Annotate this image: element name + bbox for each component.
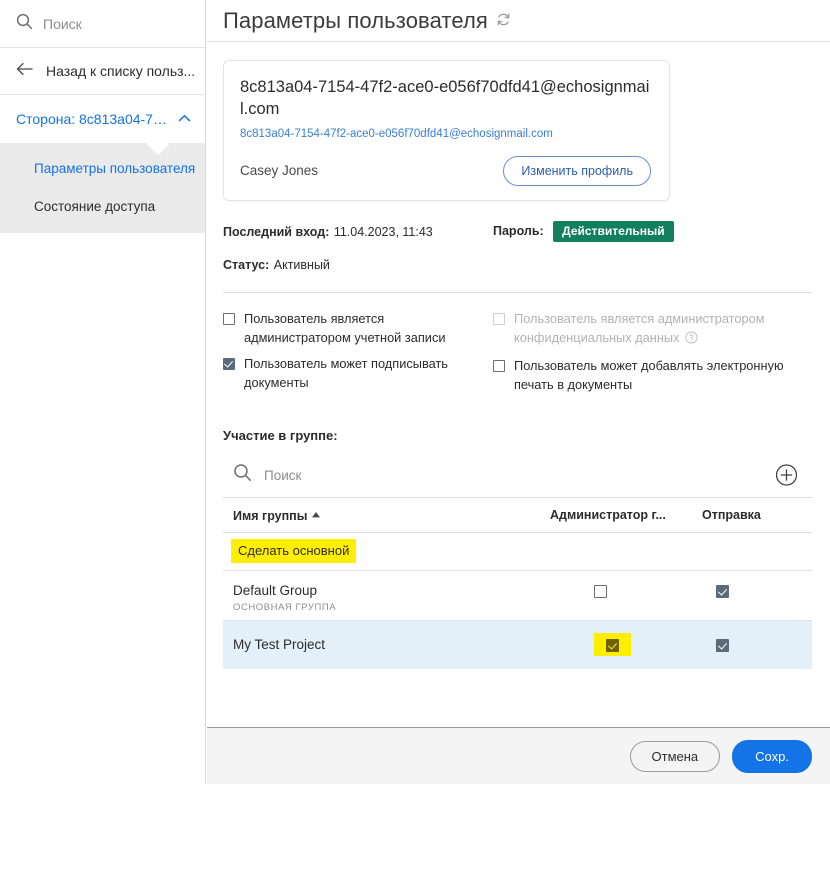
sidebar-party-selector[interactable]: Сторона: 8c813a04-715... [0, 95, 205, 143]
status-group: Статус: Активный [223, 256, 493, 274]
checkbox-group-admin[interactable] [606, 639, 619, 653]
checkbox-wrapper [716, 583, 729, 599]
password-status-badge: Действительный [553, 221, 674, 243]
edit-profile-button[interactable]: Изменить профиль [503, 155, 651, 187]
main-header: Параметры пользователя [207, 0, 830, 42]
last-login-group: Последний вход: 11.04.2023, 11:43 [223, 223, 493, 241]
permission-privacy-admin: Пользователь является администратором ко… [493, 310, 793, 349]
permissions-left-column: Пользователь является администратором уч… [223, 310, 493, 402]
chevron-up-icon [178, 110, 191, 128]
permission-account-admin[interactable]: Пользователь является администратором уч… [223, 310, 493, 347]
svg-text:?: ? [689, 333, 694, 342]
group-search-field[interactable]: Поиск [223, 453, 812, 497]
password-label: Пароль: [493, 224, 544, 239]
column-header-send[interactable]: Отправка [702, 497, 812, 534]
checkbox-wrapper [594, 583, 607, 599]
sidebar-item-user-settings[interactable]: Параметры пользователя [0, 149, 205, 187]
context-action-cell: Сделать основной [223, 533, 812, 571]
table-row-subtitle: ОСНОВНАЯ ГРУППА [223, 602, 812, 622]
sidebar-item-label: Параметры пользователя [34, 160, 196, 176]
cell-send[interactable] [702, 571, 812, 603]
sidebar-item-label: Состояние доступа [34, 198, 156, 214]
make-primary-action[interactable]: Сделать основной [231, 539, 357, 564]
sidebar-party-label: Сторона: 8c813a04-715... [16, 111, 174, 127]
sidebar-search-placeholder: Поиск [43, 15, 82, 32]
sidebar-item-access-status[interactable]: Состояние доступа [0, 187, 205, 225]
table-body: Сделать основной Default Group ОСНОВНАЯ … [223, 533, 812, 670]
user-settings-page: Поиск Назад к списку польз... Сторона: 8… [0, 0, 830, 884]
cell-group-name: My Test Project [223, 620, 550, 670]
column-header-group-admin[interactable]: Администратор г... [550, 497, 702, 534]
permissions-section: Пользователь является администратором уч… [223, 293, 812, 402]
sidebar-submenu: Параметры пользователя Состояние доступа [0, 143, 205, 233]
context-action-row: Сделать основной [223, 533, 812, 571]
checkbox-privacy-admin [493, 313, 505, 326]
group-search-placeholder: Поиск [264, 467, 302, 483]
column-header-group-name[interactable]: Имя группы [223, 497, 550, 534]
plus-circle-icon[interactable] [775, 464, 798, 487]
permission-label-text: Пользователь является администратором ко… [514, 311, 765, 345]
profile-card: 8c813a04-7154-47f2-ace0-e056f70dfd41@ech… [223, 60, 670, 202]
cancel-button[interactable]: Отмена [629, 740, 721, 772]
permission-label: Пользователь может добавлять электронную… [514, 358, 784, 392]
checkbox-wrapper [594, 633, 631, 657]
sidebar-back-to-user-list[interactable]: Назад к списку польз... [0, 48, 205, 95]
status-value: Активный [273, 258, 330, 273]
cell-group-name: Default Group [233, 583, 318, 599]
last-login-value: 11.04.2023, 11:43 [333, 224, 433, 239]
cell-group-admin[interactable] [550, 620, 702, 670]
checkbox-send[interactable] [716, 585, 729, 599]
main-content: Параметры пользователя 8c813a04-7154-47f… [207, 0, 830, 784]
checkbox-group-admin[interactable] [594, 585, 607, 599]
table-row[interactable]: My Test Project [223, 620, 812, 670]
search-icon [16, 13, 33, 35]
checkbox-send[interactable] [716, 639, 729, 653]
table-header-row: Имя группы Администратор г... Отправка [223, 497, 812, 534]
permission-label: Пользователь является администратором уч… [244, 311, 446, 345]
last-login-label: Последний вход: [223, 224, 330, 239]
group-membership-table: Имя группы Администратор г... Отправка С… [223, 497, 812, 670]
primary-group-label: ОСНОВНАЯ ГРУППА [223, 602, 812, 622]
column-label: Имя группы [233, 509, 308, 524]
checkbox-account-admin[interactable] [223, 313, 235, 326]
profile-email-link[interactable]: 8c813a04-7154-47f2-ace0-e056f70dfd41@ech… [240, 128, 651, 140]
permission-label: Пользователь является администратором ко… [514, 310, 793, 349]
checkbox-highlight [594, 633, 631, 657]
permission-label: Пользователь может подписывать документы [244, 356, 448, 390]
profile-display-name: Casey Jones [240, 163, 319, 179]
question-mark-icon[interactable]: ? [684, 330, 698, 350]
checkbox-wrapper [716, 637, 729, 653]
page-title: Параметры пользователя [223, 7, 488, 33]
meta-row-status: Статус: Активный [223, 256, 812, 274]
permission-can-add-eseal[interactable]: Пользователь может добавлять электронную… [493, 357, 793, 394]
status-label: Статус: [223, 258, 270, 273]
profile-uid: 8c813a04-7154-47f2-ace0-e056f70dfd41@ech… [240, 78, 650, 118]
permissions-right-column: Пользователь является администратором ко… [493, 310, 793, 402]
profile-row: Casey Jones Изменить профиль [240, 155, 651, 187]
cell-send[interactable] [702, 620, 812, 670]
cell-group-admin[interactable] [550, 571, 702, 603]
meta-row-login: Последний вход: 11.04.2023, 11:43 Пароль… [223, 221, 812, 243]
table-row[interactable]: Default Group [223, 571, 812, 603]
group-membership-title: Участие в группе: [223, 428, 338, 444]
sidebar-back-label: Назад к списку польз... [46, 63, 196, 79]
sort-ascending-icon [312, 507, 321, 521]
arrow-left-icon [16, 62, 34, 81]
password-group: Пароль: Действительный [493, 221, 674, 243]
permission-can-sign[interactable]: Пользователь может подписывать документы [223, 355, 493, 392]
sidebar: Поиск Назад к списку польз... Сторона: 8… [0, 0, 206, 784]
save-button[interactable]: Сохр. [732, 739, 812, 773]
refresh-icon[interactable] [496, 12, 511, 32]
main-body: 8c813a04-7154-47f2-ace0-e056f70dfd41@ech… [207, 42, 830, 670]
table-head: Имя группы Администратор г... Отправка [223, 497, 812, 534]
sidebar-search-field[interactable]: Поиск [0, 0, 205, 48]
checkbox-can-sign[interactable] [223, 358, 235, 371]
checkbox-can-add-eseal[interactable] [493, 360, 505, 373]
search-icon [233, 463, 252, 487]
footer-action-bar: Отмена Сохр. [207, 727, 830, 784]
